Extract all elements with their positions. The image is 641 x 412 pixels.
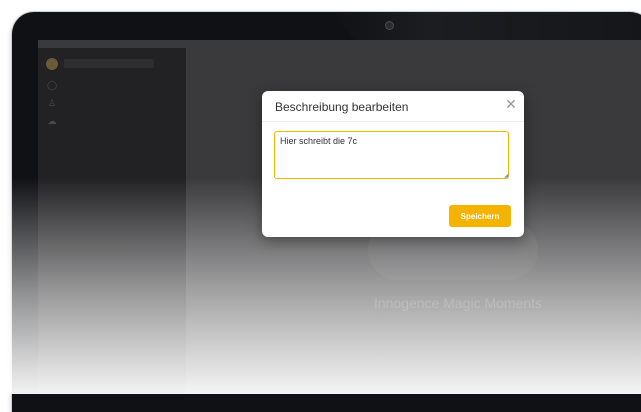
sidebar-title-placeholder <box>64 59 154 68</box>
dialog-title: Beschreibung bearbeiten <box>275 100 409 114</box>
chat-icon[interactable]: ◯ <box>47 80 57 90</box>
sidebar: ◯ ♙ ☁ <box>38 48 186 394</box>
save-button[interactable]: Speichern <box>449 205 511 227</box>
screen-glare <box>330 12 641 42</box>
edit-description-dialog: Beschreibung bearbeiten ✕ Hier schreibt … <box>262 91 524 237</box>
background-caption: Innogence Magic Moments <box>373 295 543 311</box>
cloud-icon[interactable]: ☁ <box>47 116 57 126</box>
app-logo <box>46 58 58 70</box>
description-textarea[interactable]: Hier schreibt die 7c <box>274 131 509 179</box>
dialog-divider <box>262 121 524 122</box>
user-icon[interactable]: ♙ <box>47 98 57 108</box>
resize-grip-icon[interactable]: ◢ <box>504 173 509 179</box>
close-icon[interactable]: ✕ <box>504 97 518 111</box>
webcam <box>385 21 394 30</box>
